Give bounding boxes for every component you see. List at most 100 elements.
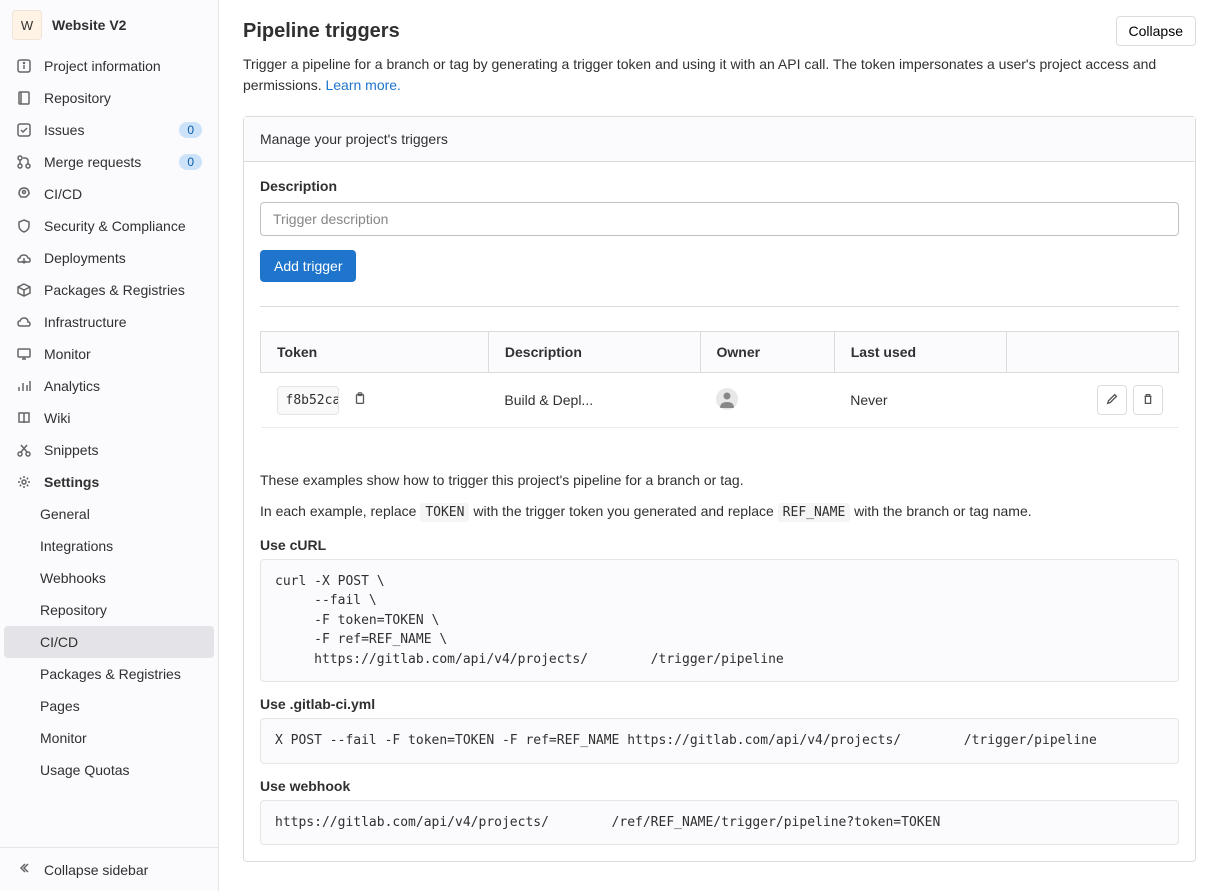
subnav-label: Packages & Registries xyxy=(40,666,181,682)
sidebar-item-label: Snippets xyxy=(44,442,98,458)
edit-trigger-button[interactable] xyxy=(1097,385,1127,415)
clipboard-icon xyxy=(353,392,367,409)
examples-section: These examples show how to trigger this … xyxy=(244,444,1195,861)
subnav-label: Integrations xyxy=(40,538,113,554)
subnav-label: Pages xyxy=(40,698,80,714)
subnav-label: Usage Quotas xyxy=(40,762,130,778)
row-description: Build & Depl... xyxy=(488,373,700,428)
learn-more-link[interactable]: Learn more. xyxy=(325,77,400,93)
sidebar-item-wiki[interactable]: Wiki xyxy=(0,402,218,434)
subnav-pages[interactable]: Pages xyxy=(0,690,218,722)
token-value: f8b52cae xyxy=(277,386,339,415)
sidebar-item-label: Analytics xyxy=(44,378,100,394)
row-last-used: Never xyxy=(834,373,1006,428)
curl-label: Use cURL xyxy=(260,537,1179,553)
subnav-packages[interactable]: Packages & Registries xyxy=(0,658,218,690)
sidebar-item-snippets[interactable]: Snippets xyxy=(0,434,218,466)
trigger-description-input[interactable] xyxy=(260,202,1179,236)
sidebar-item-label: Project information xyxy=(44,58,161,74)
subnav-label: Webhooks xyxy=(40,570,106,586)
sidebar-item-merge-requests[interactable]: Merge requests 0 xyxy=(0,146,218,178)
sidebar-item-cicd[interactable]: CI/CD xyxy=(0,178,218,210)
sidebar-item-label: Merge requests xyxy=(44,154,141,170)
subnav-usage-quotas[interactable]: Usage Quotas xyxy=(0,754,218,786)
package-icon xyxy=(16,282,32,298)
sidebar-item-label: Monitor xyxy=(44,346,91,362)
issues-badge: 0 xyxy=(179,122,202,138)
triggers-panel: Manage your project's triggers Descripti… xyxy=(243,116,1196,862)
sidebar-item-label: Issues xyxy=(44,122,84,138)
subnav-integrations[interactable]: Integrations xyxy=(0,530,218,562)
th-token: Token xyxy=(261,332,489,373)
project-avatar: W xyxy=(12,10,42,40)
subnav-label: Repository xyxy=(40,602,107,618)
repository-icon xyxy=(16,90,32,106)
snippets-icon xyxy=(16,442,32,458)
sidebar-item-label: Infrastructure xyxy=(44,314,126,330)
settings-subnav: General Integrations Webhooks Repository… xyxy=(0,498,218,786)
ref-code: REF_NAME xyxy=(778,503,851,522)
settings-icon xyxy=(16,474,32,490)
collapse-icon xyxy=(16,860,32,879)
sidebar-item-infrastructure[interactable]: Infrastructure xyxy=(0,306,218,338)
sidebar-item-label: Wiki xyxy=(44,410,70,426)
subnav-label: CI/CD xyxy=(40,634,78,650)
examples-replace: In each example, replace TOKEN with the … xyxy=(260,501,1179,523)
sidebar: W Website V2 Project information Reposit… xyxy=(0,0,219,891)
subnav-webhooks[interactable]: Webhooks xyxy=(0,562,218,594)
issues-icon xyxy=(16,122,32,138)
delete-trigger-button[interactable] xyxy=(1133,385,1163,415)
subnav-general[interactable]: General xyxy=(0,498,218,530)
subnav-monitor[interactable]: Monitor xyxy=(0,722,218,754)
triggers-table: Token Description Owner Last used xyxy=(260,331,1179,428)
yml-label: Use .gitlab-ci.yml xyxy=(260,696,1179,712)
sidebar-item-label: CI/CD xyxy=(44,186,82,202)
curl-code-block[interactable]: curl -X POST \ --fail \ -F token=TOKEN \… xyxy=(260,559,1179,683)
sidebar-item-label: Packages & Registries xyxy=(44,282,185,298)
sidebar-item-monitor[interactable]: Monitor xyxy=(0,338,218,370)
subnav-repository[interactable]: Repository xyxy=(0,594,218,626)
examples-intro: These examples show how to trigger this … xyxy=(260,470,1179,491)
deploy-icon xyxy=(16,250,32,266)
sidebar-item-project-information[interactable]: Project information xyxy=(0,50,218,82)
info-icon xyxy=(16,58,32,74)
th-last-used: Last used xyxy=(834,332,1006,373)
merge-badge: 0 xyxy=(179,154,202,170)
yml-code-block[interactable]: X POST --fail -F token=TOKEN -F ref=REF_… xyxy=(260,718,1179,764)
token-code: TOKEN xyxy=(420,503,469,522)
sidebar-nav: Project information Repository Issues 0 … xyxy=(0,50,218,891)
main-content: Pipeline triggers Collapse Trigger a pip… xyxy=(219,0,1220,891)
panel-header: Manage your project's triggers xyxy=(244,117,1195,162)
sidebar-item-settings[interactable]: Settings xyxy=(0,466,218,498)
pencil-icon xyxy=(1105,392,1119,409)
page-title: Pipeline triggers xyxy=(243,20,400,43)
collapse-sidebar-button[interactable]: Collapse sidebar xyxy=(0,848,218,891)
rocket-icon xyxy=(16,186,32,202)
subnav-cicd[interactable]: CI/CD xyxy=(4,626,214,658)
collapse-label: Collapse sidebar xyxy=(44,862,148,878)
trash-icon xyxy=(1141,392,1155,409)
owner-avatar[interactable] xyxy=(716,388,738,410)
section-description: Trigger a pipeline for a branch or tag b… xyxy=(243,54,1196,96)
add-trigger-button[interactable]: Add trigger xyxy=(260,250,356,282)
sidebar-footer: Collapse sidebar xyxy=(0,847,218,891)
merge-icon xyxy=(16,154,32,170)
subnav-label: Monitor xyxy=(40,730,87,746)
sidebar-item-repository[interactable]: Repository xyxy=(0,82,218,114)
sidebar-item-label: Settings xyxy=(44,474,99,490)
sidebar-item-analytics[interactable]: Analytics xyxy=(0,370,218,402)
collapse-section-button[interactable]: Collapse xyxy=(1116,16,1196,46)
sidebar-item-packages[interactable]: Packages & Registries xyxy=(0,274,218,306)
sidebar-item-label: Security & Compliance xyxy=(44,218,186,234)
project-header[interactable]: W Website V2 xyxy=(0,0,218,50)
sidebar-item-issues[interactable]: Issues 0 xyxy=(0,114,218,146)
project-name: Website V2 xyxy=(52,17,126,33)
webhook-label: Use webhook xyxy=(260,778,1179,794)
sidebar-item-deployments[interactable]: Deployments xyxy=(0,242,218,274)
copy-token-button[interactable] xyxy=(345,385,375,415)
webhook-code-block[interactable]: https://gitlab.com/api/v4/projects/ /ref… xyxy=(260,800,1179,846)
wiki-icon xyxy=(16,410,32,426)
shield-icon xyxy=(16,218,32,234)
subnav-label: General xyxy=(40,506,90,522)
sidebar-item-security[interactable]: Security & Compliance xyxy=(0,210,218,242)
